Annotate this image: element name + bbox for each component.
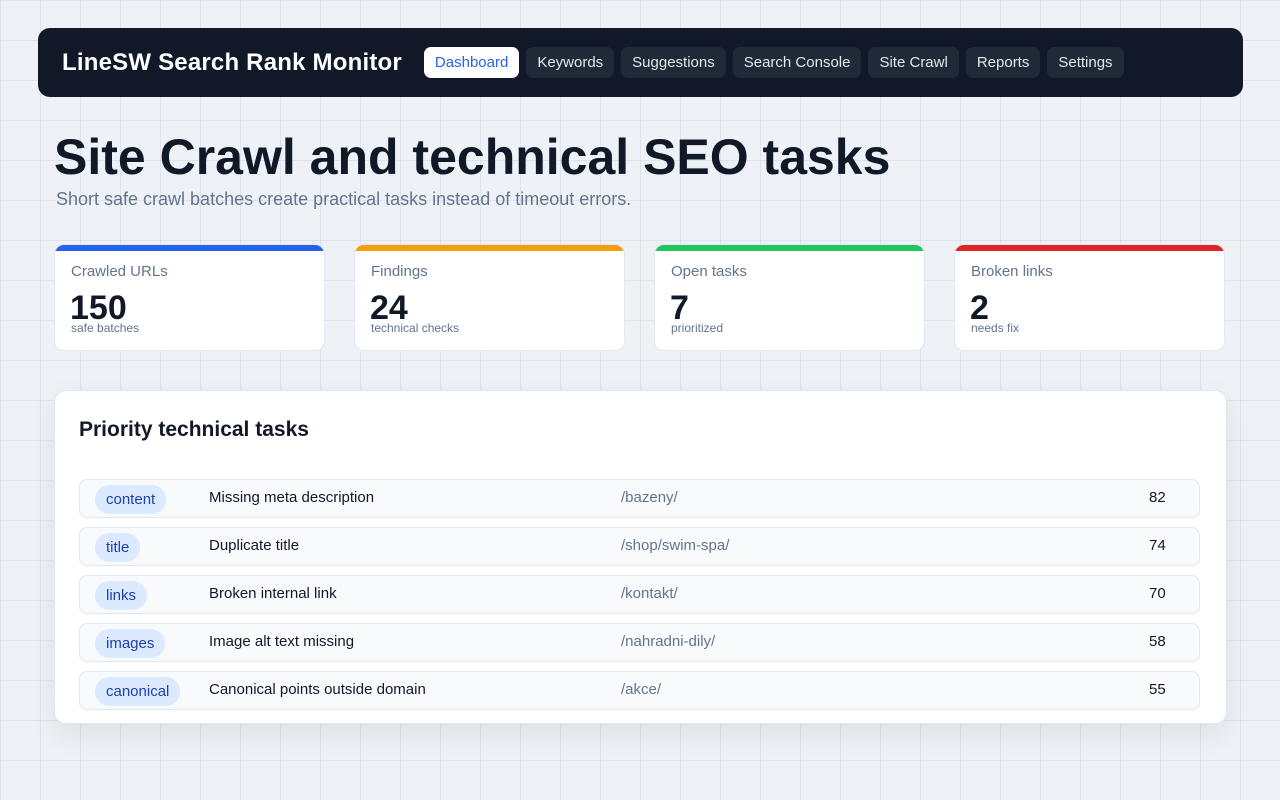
stat-label: Open tasks — [671, 263, 747, 280]
category-tag: title — [95, 533, 141, 562]
task-row[interactable]: content Missing meta description /bazeny… — [79, 479, 1200, 518]
task-row[interactable]: links Broken internal link /kontakt/ 70 — [79, 575, 1200, 614]
task-title: Duplicate title — [209, 537, 300, 554]
task-title: Canonical points outside domain — [209, 681, 426, 698]
top-navigation-bar: LineSW Search Rank Monitor Dashboard Key… — [38, 28, 1243, 97]
stat-label: Broken links — [971, 263, 1053, 280]
task-priority-score: 58 — [1149, 633, 1166, 650]
stat-card-findings: Findings 24 technical checks — [354, 244, 625, 351]
category-tag: content — [95, 485, 167, 514]
task-url-path: /shop/swim-spa/ — [621, 537, 730, 554]
stat-caption: needs fix — [971, 321, 1020, 335]
task-list: content Missing meta description /bazeny… — [79, 479, 1200, 719]
nav-item-dashboard[interactable]: Dashboard — [423, 47, 520, 78]
category-tag: canonical — [95, 677, 181, 706]
task-row[interactable]: canonical Canonical points outside domai… — [79, 671, 1200, 710]
stat-accent-bar — [955, 245, 1224, 251]
stat-accent-bar — [355, 245, 624, 251]
nav-item-settings[interactable]: Settings — [1047, 47, 1124, 78]
stat-accent-bar — [655, 245, 924, 251]
stat-caption: technical checks — [371, 321, 460, 335]
priority-tasks-panel: Priority technical tasks content Missing… — [54, 390, 1227, 724]
page-subtitle: Short safe crawl batches create practica… — [56, 189, 632, 209]
task-url-path: /nahradni-dily/ — [621, 633, 716, 650]
task-priority-score: 55 — [1149, 681, 1166, 698]
task-url-path: /kontakt/ — [621, 585, 678, 602]
stat-accent-bar — [55, 245, 324, 251]
stat-caption: prioritized — [671, 321, 724, 335]
nav-item-keywords[interactable]: Keywords — [526, 47, 615, 78]
task-priority-score: 82 — [1149, 489, 1166, 506]
stat-card-crawled-urls: Crawled URLs 150 safe batches — [54, 244, 325, 351]
task-row[interactable]: images Image alt text missing /nahradni-… — [79, 623, 1200, 662]
task-url-path: /bazeny/ — [621, 489, 678, 506]
page-title: Site Crawl and technical SEO tasks — [54, 129, 891, 185]
stat-label: Crawled URLs — [71, 263, 168, 280]
app-title: LineSW Search Rank Monitor — [62, 48, 402, 76]
nav-item-reports[interactable]: Reports — [965, 47, 1041, 78]
stat-card-broken-links: Broken links 2 needs fix — [954, 244, 1225, 351]
stat-card-open-tasks: Open tasks 7 prioritized — [654, 244, 925, 351]
nav-item-suggestions[interactable]: Suggestions — [621, 47, 726, 78]
stat-label: Findings — [371, 263, 428, 280]
task-row[interactable]: title Duplicate title /shop/swim-spa/ 74 — [79, 527, 1200, 566]
main-nav: Dashboard Keywords Suggestions Search Co… — [423, 47, 1131, 78]
task-title: Missing meta description — [209, 489, 375, 506]
nav-item-search-console[interactable]: Search Console — [732, 47, 862, 78]
task-title: Broken internal link — [209, 585, 337, 602]
task-title: Image alt text missing — [209, 633, 355, 650]
task-url-path: /akce/ — [621, 681, 662, 698]
stats-row: Crawled URLs 150 safe batches Findings 2… — [54, 244, 1225, 351]
category-tag: images — [95, 629, 166, 658]
nav-item-site-crawl[interactable]: Site Crawl — [868, 47, 959, 78]
category-tag: links — [95, 581, 148, 610]
panel-title: Priority technical tasks — [79, 418, 309, 441]
stat-caption: safe batches — [71, 321, 140, 335]
task-priority-score: 74 — [1149, 537, 1166, 554]
task-priority-score: 70 — [1149, 585, 1166, 602]
